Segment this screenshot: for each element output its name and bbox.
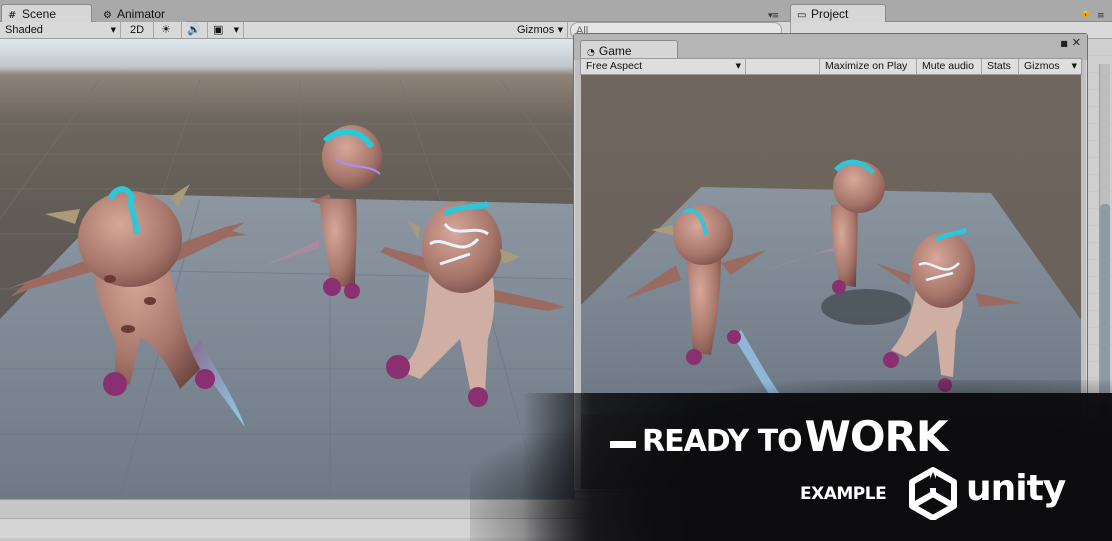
unity-editor: # Scene ⚙ Animator ▾≡ ▭ Project 🔒 ≡ Shaded … — [0, 0, 1112, 541]
unity-logo-icon — [909, 467, 957, 520]
scene-render — [0, 78, 575, 499]
tab-animator[interactable]: ⚙ Animator — [96, 4, 186, 22]
animator-icon: ⚙ — [103, 10, 112, 21]
game-toolbar: Free Aspect ▼ Maximize on Play Mute audi… — [580, 58, 1082, 75]
game-gizmos-label: Gizmos — [1024, 60, 1060, 72]
tab-strip: # Scene ⚙ Animator ▾≡ ▭ Project 🔒 ≡ — [0, 0, 1112, 22]
maximize-icon[interactable]: ■ — [1060, 39, 1068, 48]
promo-headline: READY TO WORK — [610, 412, 949, 461]
mute-label: Mute audio — [922, 60, 974, 72]
game-titlebar: ◔ Game ■ ✕ — [574, 34, 1087, 60]
gizmos-dropdown[interactable]: Gizmos ▼ — [512, 22, 568, 39]
mode-2d-button[interactable]: 2D — [125, 22, 154, 39]
sun-icon[interactable]: ☀ — [156, 22, 182, 39]
menu-icon[interactable]: ▾≡ — [768, 11, 779, 21]
stats-label: Stats — [987, 60, 1011, 72]
menu-icon[interactable]: ≡ — [1097, 11, 1104, 21]
hashtag-icon: # — [8, 10, 17, 21]
tab-scene-label: Scene — [22, 7, 57, 21]
headline-ready: READY TO — [642, 424, 803, 459]
chevron-down-icon: ▼ — [110, 26, 116, 34]
tab-project-label: Project — [811, 7, 849, 21]
game-gizmos-dropdown[interactable]: Gizmos ▼ — [1019, 59, 1081, 74]
gizmos-label: Gizmos — [517, 24, 555, 36]
mute-audio-toggle[interactable]: Mute audio — [917, 59, 982, 74]
maximize-label: Maximize on Play — [825, 60, 908, 72]
image-icon[interactable]: ▣ ▼ — [208, 22, 244, 39]
tab-scene[interactable]: # Scene — [1, 4, 92, 22]
headline-dash — [610, 440, 636, 448]
shading-mode-label: Shaded — [5, 24, 43, 36]
close-icon[interactable]: ✕ — [1072, 36, 1081, 49]
speaker-icon[interactable]: 🔊 — [182, 22, 208, 39]
chevron-down-icon: ▼ — [1071, 62, 1077, 70]
chevron-down-icon: ▼ — [557, 26, 563, 34]
headline-work: WORK — [804, 412, 949, 461]
tab-game[interactable]: ◔ Game — [580, 40, 678, 60]
maximize-on-play-toggle[interactable]: Maximize on Play — [820, 59, 917, 74]
scene-viewport[interactable] — [0, 39, 575, 499]
spacer — [746, 59, 820, 74]
aspect-dropdown[interactable]: Free Aspect ▼ — [581, 59, 746, 74]
tab-game-label: Game — [598, 44, 632, 58]
example-label: EXAMPLE — [800, 484, 887, 504]
shading-mode-dropdown[interactable]: Shaded ▼ — [0, 22, 121, 39]
unity-brand-text: unity — [966, 468, 1066, 509]
stats-toggle[interactable]: Stats — [982, 59, 1019, 74]
game-icon: ◔ — [587, 48, 595, 58]
lock-icon[interactable]: 🔒 — [1080, 8, 1091, 18]
window-controls: ■ ✕ — [1060, 36, 1081, 49]
tab-animator-label: Animator — [117, 7, 166, 21]
chevron-down-icon: ▼ — [735, 62, 741, 70]
tab-project[interactable]: ▭ Project — [790, 4, 886, 22]
aspect-label: Free Aspect — [586, 60, 643, 72]
mode-2d-label: 2D — [130, 24, 145, 36]
folder-icon: ▭ — [797, 10, 807, 21]
